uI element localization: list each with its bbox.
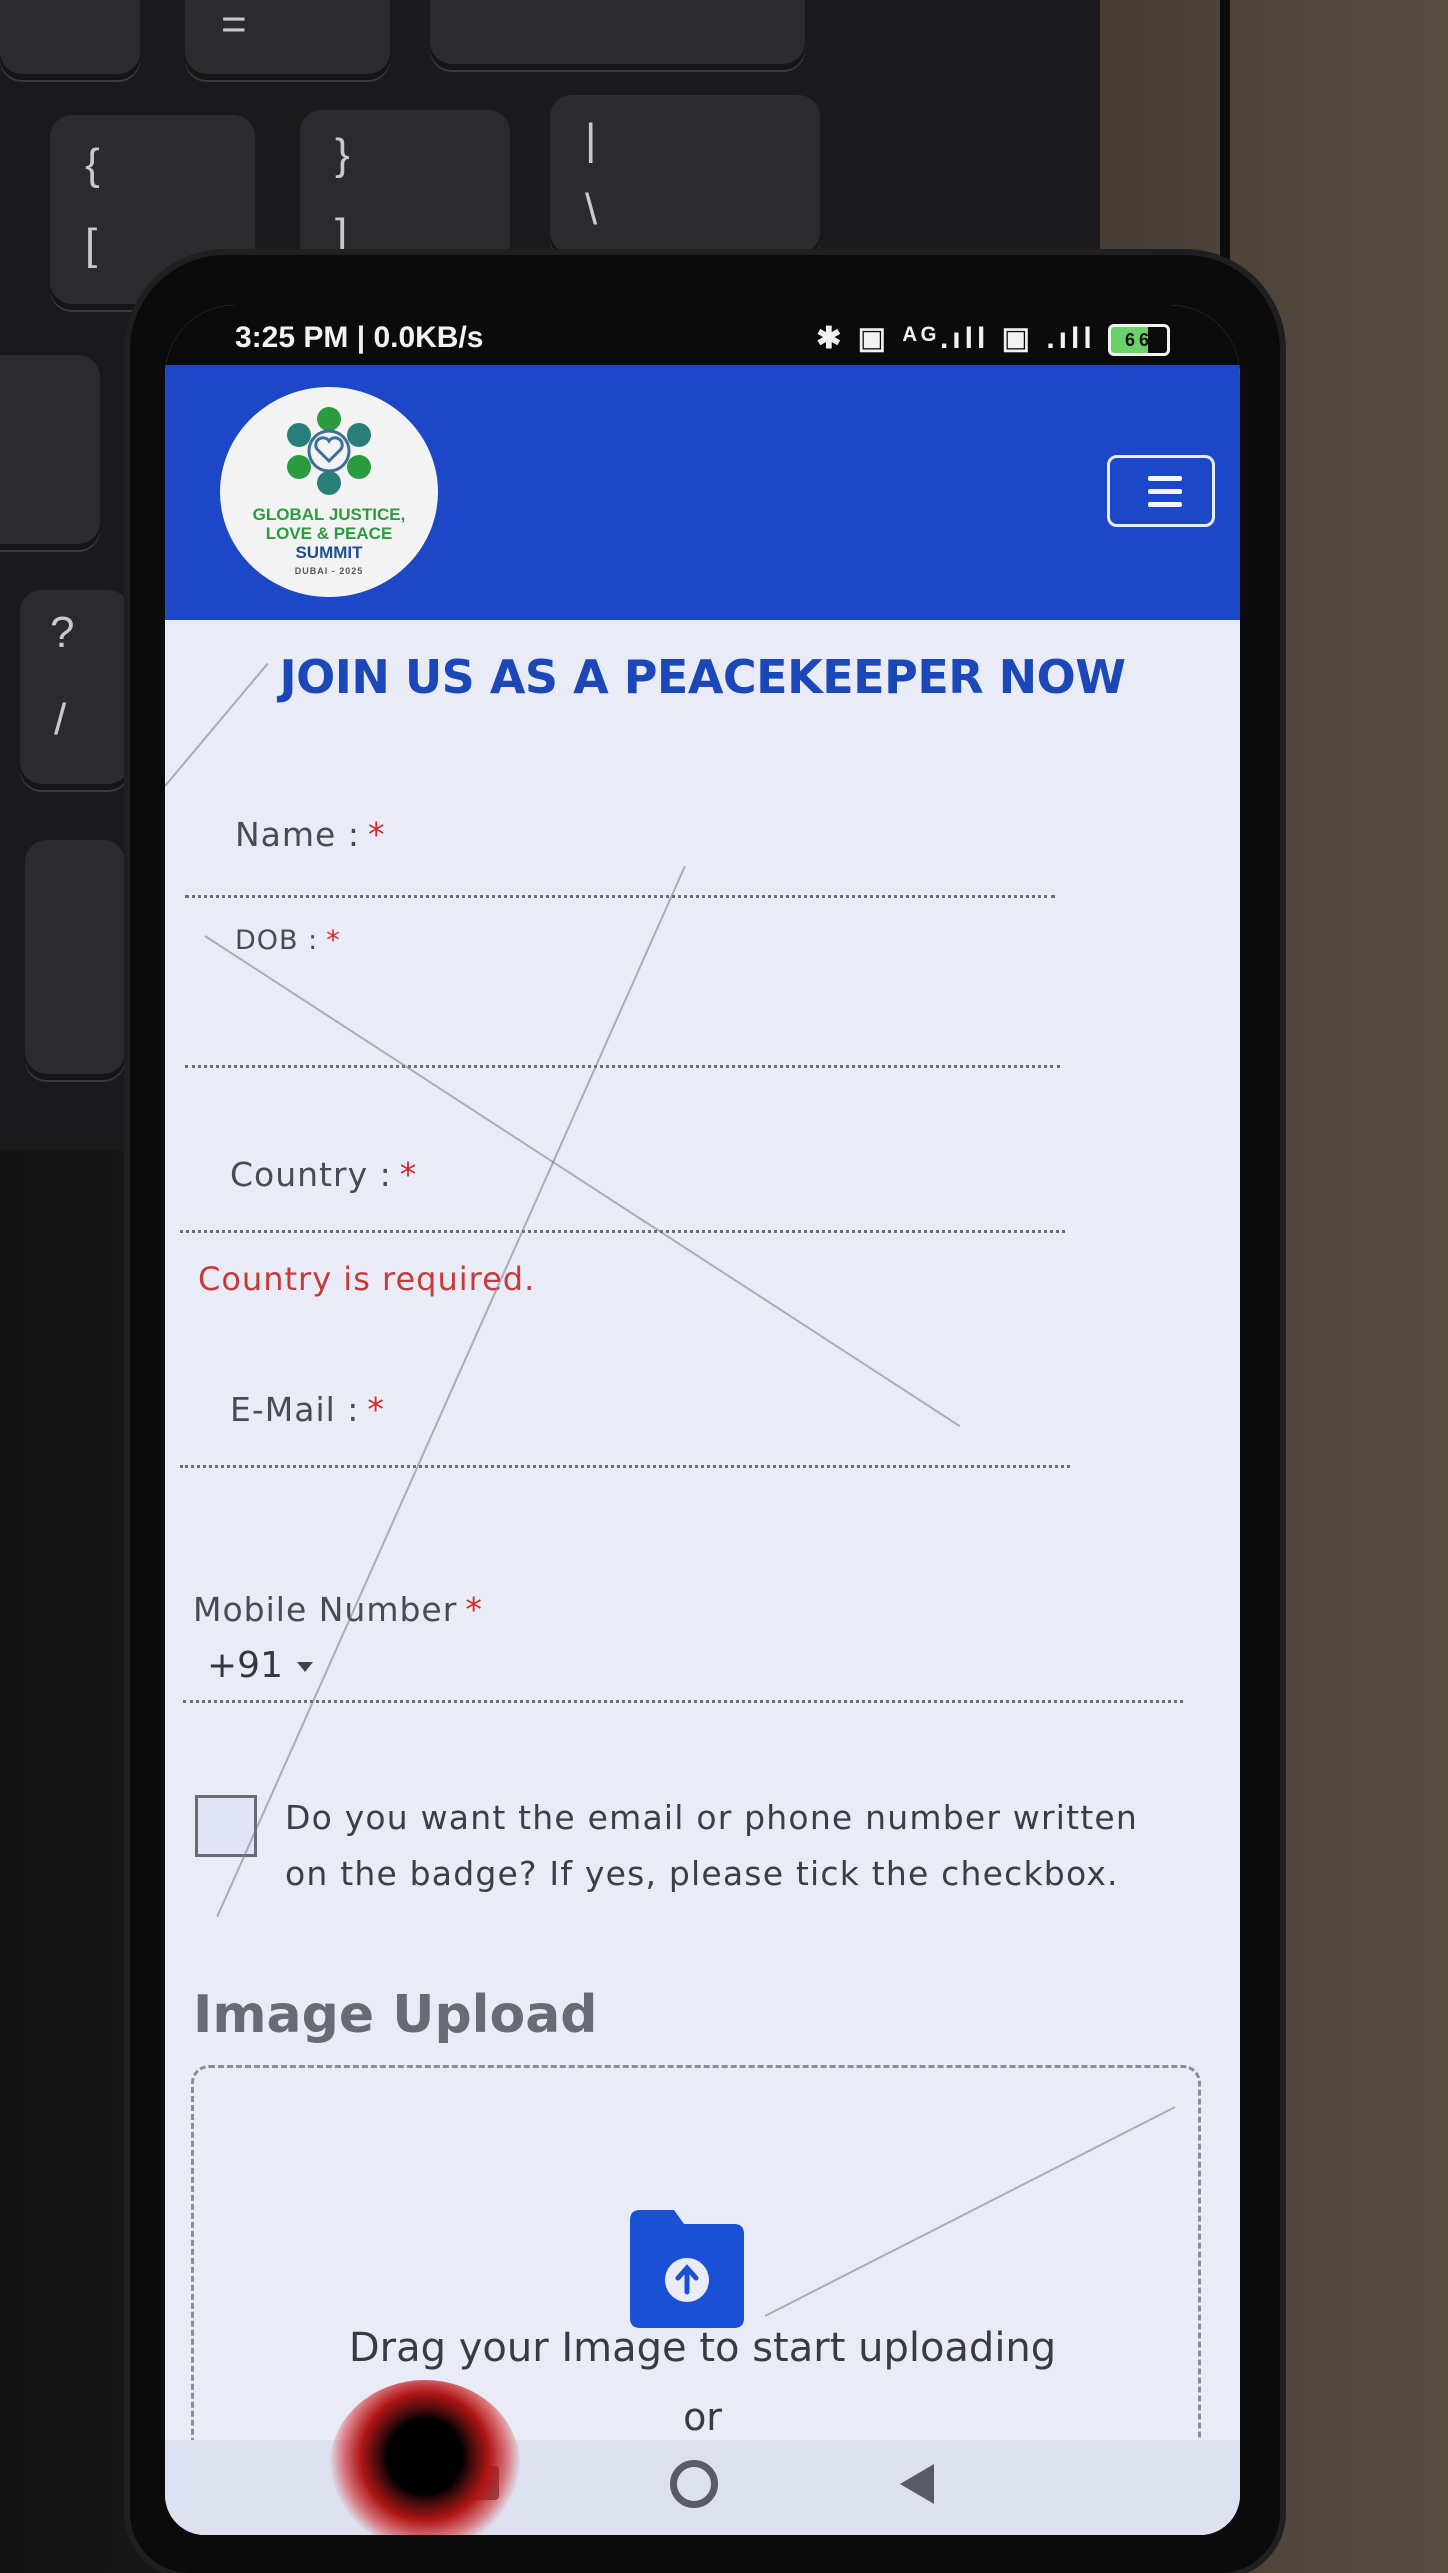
android-nav-bar <box>165 2440 1240 2535</box>
status-icons: ✱ ▣ ᴬᴳ.ıll ▣ .ıll 66 <box>816 321 1170 357</box>
app-header: GLOBAL JUSTICE, LOVE & PEACE SUMMIT DUBA… <box>165 365 1240 620</box>
dob-input[interactable] <box>185 1065 1060 1068</box>
badge-checkbox-label: Do you want the email or phone number wr… <box>285 1798 1139 1893</box>
dropdown-caret-icon <box>296 1662 313 1672</box>
hamburger-icon <box>1148 502 1182 507</box>
logo-text: GLOBAL JUSTICE, LOVE & PEACE SUMMIT DUBA… <box>220 505 438 581</box>
required-marker: * <box>399 1155 418 1194</box>
key-glyph: ] <box>335 210 348 259</box>
country-error-message: Country is required. <box>198 1260 536 1298</box>
required-marker: * <box>367 1390 385 1429</box>
dob-label: DOB : * <box>235 925 341 956</box>
keyboard-key <box>430 0 805 70</box>
name-label-text: Name : <box>235 815 360 854</box>
or-separator: or <box>683 2395 722 2439</box>
form-title: JOIN US AS A PEACEKEEPER NOW <box>279 650 1126 704</box>
logo-line: GLOBAL JUSTICE, <box>252 505 406 524</box>
hamburger-icon <box>1148 476 1182 481</box>
back-icon[interactable] <box>900 2464 934 2504</box>
country-label-text: Country : <box>230 1155 392 1194</box>
keyboard-key: ? / <box>20 590 130 790</box>
email-input[interactable] <box>180 1465 1070 1468</box>
country-code-value: +91 <box>207 1645 283 1686</box>
keyboard-key: = <box>185 0 390 80</box>
logo-line: LOVE & PEACE <box>265 524 393 543</box>
hamburger-menu-button[interactable] <box>1107 455 1215 527</box>
required-marker: * <box>367 815 386 854</box>
key-glyph: = <box>221 0 247 49</box>
hamburger-icon <box>1148 489 1182 494</box>
battery-icon: 66 <box>1108 324 1170 357</box>
email-label: E-Mail : * <box>230 1390 385 1429</box>
drag-instructions: Drag your Image to start uploading <box>348 2325 1057 2371</box>
keyboard-key <box>0 355 100 550</box>
image-upload-heading: Image Upload <box>193 1985 598 2045</box>
key-glyph: | <box>585 115 597 164</box>
phone-body: 3:25 PM | 0.0KB/s ✱ ▣ ᴬᴳ.ıll ▣ .ıll 66 G… <box>130 255 1280 2573</box>
logo-line: DUBAI - 2025 <box>294 566 364 576</box>
peace-flower-icon <box>287 407 371 495</box>
key-glyph: } <box>335 130 350 179</box>
required-marker: * <box>465 1590 483 1629</box>
folder-upload-icon[interactable] <box>630 2210 744 2328</box>
logo-line: SUMMIT <box>295 543 363 562</box>
dob-label-text: DOB : <box>235 925 319 956</box>
country-label: Country : * <box>230 1155 417 1194</box>
key-glyph: \ <box>585 185 598 234</box>
key-glyph: [ <box>85 220 98 269</box>
status-time: 3:25 PM | 0.0KB/s <box>235 321 484 354</box>
status-bar: 3:25 PM | 0.0KB/s ✱ ▣ ᴬᴳ.ıll ▣ .ıll 66 <box>165 305 1240 365</box>
required-marker: * <box>326 925 341 956</box>
mobile-label-text: Mobile Number <box>193 1590 458 1629</box>
name-input[interactable] <box>185 895 1055 898</box>
key-glyph: ? <box>50 608 75 657</box>
name-label: Name : * <box>235 815 385 854</box>
key-glyph: { <box>85 140 100 189</box>
keyboard-key <box>0 0 140 80</box>
mobile-number-input[interactable] <box>183 1700 1183 1703</box>
country-input[interactable] <box>180 1230 1065 1233</box>
email-label-text: E-Mail : <box>230 1390 360 1429</box>
signal-icons: ✱ ▣ ᴬᴳ.ıll ▣ .ıll <box>816 322 1096 355</box>
country-code-select[interactable]: +91 <box>207 1645 313 1686</box>
key-glyph: / <box>54 695 67 744</box>
home-icon[interactable] <box>670 2460 718 2508</box>
mobile-label: Mobile Number * <box>193 1590 483 1629</box>
summit-logo[interactable]: GLOBAL JUSTICE, LOVE & PEACE SUMMIT DUBA… <box>220 387 438 597</box>
phone-screen: 3:25 PM | 0.0KB/s ✱ ▣ ᴬᴳ.ıll ▣ .ıll 66 G… <box>165 305 1240 2535</box>
keyboard-key <box>25 840 125 1080</box>
keyboard-key: | \ <box>550 95 820 260</box>
